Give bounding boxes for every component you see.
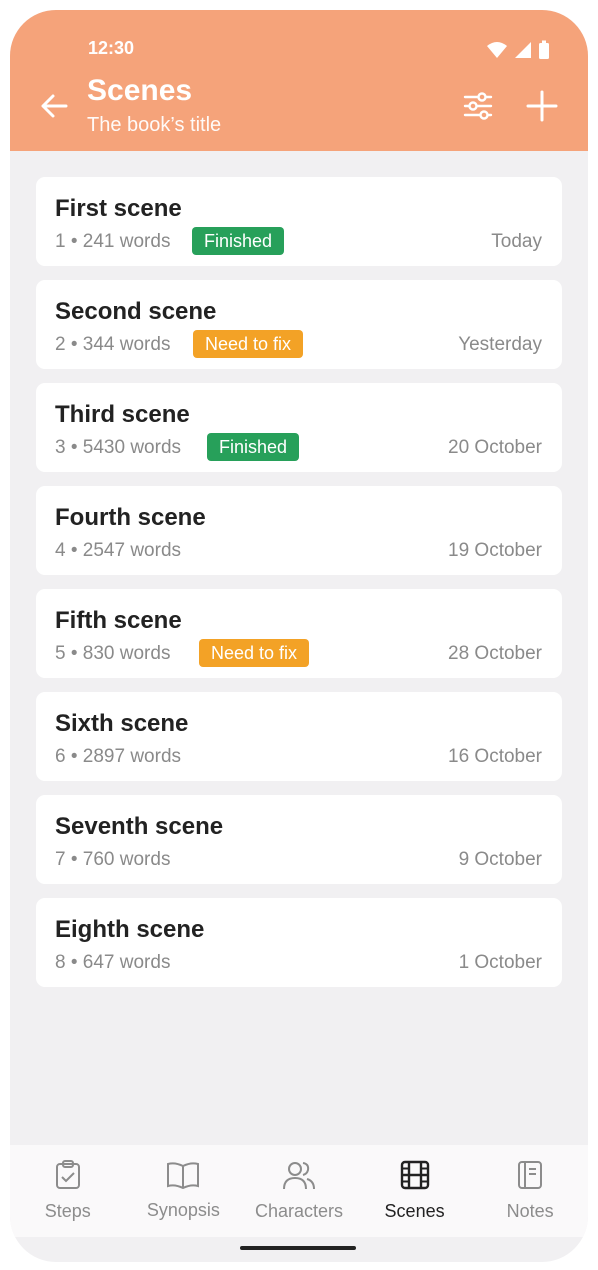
scene-card[interactable]: First scene 1 • 241 words Finished Today <box>36 177 562 266</box>
status-time: 12:30 <box>88 38 135 58</box>
scene-card[interactable]: Sixth scene 6 • 2897 words 16 October <box>36 692 562 781</box>
users-icon <box>282 1160 316 1195</box>
nav-item-notes[interactable]: Notes <box>472 1145 588 1237</box>
scene-title: Third scene <box>55 401 190 428</box>
film-icon <box>400 1160 430 1195</box>
scene-title: Sixth scene <box>55 710 189 737</box>
nav-label: Characters <box>254 1201 343 1221</box>
notebook-icon <box>516 1160 544 1195</box>
bottom-navigation: Steps Synopsis Characters Scenes Notes <box>10 1145 588 1237</box>
scene-list: First scene 1 • 241 words Finished Today Sec… <box>36 177 562 1001</box>
scene-word-count: 3 • 5430 words <box>55 437 182 458</box>
scene-title: Seventh scene <box>55 813 224 840</box>
filter-sliders-icon[interactable] <box>462 90 494 122</box>
scene-word-count: 6 • 2897 words <box>55 746 182 767</box>
nav-label: Scenes <box>384 1201 445 1221</box>
nav-label: Steps <box>44 1201 91 1221</box>
scene-title: First scene <box>55 195 182 222</box>
app-header: 12:30 Scenes The book’s title <box>10 10 588 151</box>
phone-screen: 12:30 Scenes The book’s title First scen… <box>10 10 588 1262</box>
scene-card[interactable]: Third scene 3 • 5430 words Finished 20 Octo… <box>36 383 562 472</box>
nav-item-steps[interactable]: Steps <box>10 1145 126 1237</box>
scene-date: Today <box>491 231 542 252</box>
scene-card[interactable]: Second scene 2 • 344 words Need to fix Yest… <box>36 280 562 369</box>
status-badge: Need to fix <box>199 639 310 667</box>
scene-date: 28 October <box>448 643 542 664</box>
book-icon <box>166 1161 200 1194</box>
scene-title: Second scene <box>55 298 217 325</box>
scene-word-count: 8 • 647 words <box>55 952 171 973</box>
nav-item-characters[interactable]: Characters <box>241 1145 357 1237</box>
wifi-icon <box>487 42 507 58</box>
scene-date: 9 October <box>458 849 542 870</box>
scene-title: Fourth scene <box>55 504 206 531</box>
back-arrow-icon[interactable] <box>38 90 70 122</box>
page-title: Scenes <box>87 74 193 107</box>
scene-word-count: 1 • 241 words <box>55 231 171 252</box>
scene-title: Fifth scene <box>55 607 182 634</box>
add-icon[interactable] <box>526 90 558 122</box>
scene-word-count: 5 • 830 words <box>55 643 171 664</box>
scene-date: 1 October <box>458 952 542 973</box>
signal-icon <box>515 42 531 58</box>
scene-card[interactable]: Fourth scene 4 • 2547 words 19 October <box>36 486 562 575</box>
nav-item-synopsis[interactable]: Synopsis <box>126 1145 242 1237</box>
page-subtitle: The book’s title <box>87 114 222 136</box>
home-indicator[interactable] <box>240 1246 356 1250</box>
status-badge: Finished <box>192 227 285 255</box>
nav-label: Notes <box>506 1201 554 1221</box>
scene-word-count: 7 • 760 words <box>55 849 171 870</box>
scene-date: 19 October <box>448 540 542 561</box>
status-icons <box>486 40 550 60</box>
scene-card[interactable]: Eighth scene 8 • 647 words 1 October <box>36 898 562 987</box>
scene-date: Yesterday <box>458 334 542 355</box>
scene-card[interactable]: Seventh scene 7 • 760 words 9 October <box>36 795 562 884</box>
scene-title: Eighth scene <box>55 916 205 943</box>
scene-card[interactable]: Fifth scene 5 • 830 words Need to fix 28 Oc… <box>36 589 562 678</box>
status-badge: Finished <box>207 433 300 461</box>
nav-label: Synopsis <box>146 1200 220 1220</box>
battery-icon <box>539 40 549 59</box>
scene-word-count: 4 • 2547 words <box>55 540 182 561</box>
scene-date: 20 October <box>448 437 542 458</box>
nav-item-scenes[interactable]: Scenes <box>357 1145 473 1237</box>
status-badge: Need to fix <box>193 330 304 358</box>
scene-date: 16 October <box>448 746 542 767</box>
clipboard-check-icon <box>54 1160 82 1195</box>
scene-word-count: 2 • 344 words <box>55 334 171 355</box>
